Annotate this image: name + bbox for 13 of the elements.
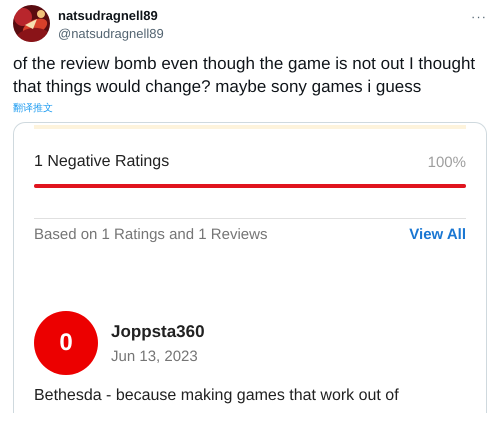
- translate-link[interactable]: 翻译推文: [13, 101, 53, 115]
- display-name[interactable]: natsudragnell89: [58, 8, 463, 23]
- review-author: Joppsta360: [111, 322, 205, 342]
- more-options[interactable]: ···: [471, 9, 487, 24]
- review-text: Bethesda - because making games that work out of: [34, 387, 400, 405]
- user-handle[interactable]: @natsudragnell89: [58, 26, 463, 41]
- view-all-link[interactable]: View All: [409, 226, 466, 243]
- score-badge: 0: [34, 311, 98, 375]
- review-date: Jun 13, 2023: [111, 348, 199, 364]
- rating-percent: 100%: [428, 154, 466, 170]
- rating-label: 1 Negative Ratings: [34, 153, 170, 171]
- tweet-text: of the review bomb even though the game is not out I thought that things would change? maybe sony games i guess: [13, 53, 476, 98]
- ratings-summary: Based on 1 Ratings and 1 Reviews: [34, 226, 268, 243]
